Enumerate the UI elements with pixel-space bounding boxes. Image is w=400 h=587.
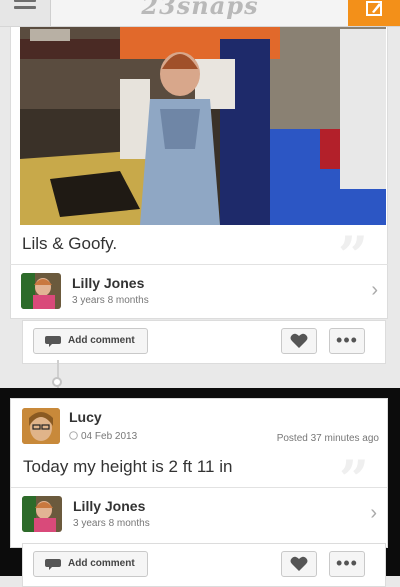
child-age: 3 years 8 months bbox=[72, 295, 149, 306]
child-avatar-2 bbox=[22, 496, 62, 532]
add-comment-button[interactable]: Add comment bbox=[33, 328, 148, 354]
post-header: Lucy 04 Feb 2013 Posted 37 minutes ago bbox=[11, 399, 389, 453]
add-comment-label: Add comment bbox=[68, 335, 135, 346]
comment-icon bbox=[45, 336, 61, 347]
menu-icon bbox=[14, 0, 36, 2]
like-button-2[interactable] bbox=[281, 551, 317, 577]
more-button-2[interactable]: ••• bbox=[329, 551, 365, 577]
compose-button[interactable] bbox=[348, 0, 400, 26]
more-icon: ••• bbox=[336, 330, 358, 350]
add-comment-button-2[interactable]: Add comment bbox=[33, 551, 148, 577]
heart-icon bbox=[290, 333, 308, 348]
menu-button[interactable] bbox=[0, 0, 51, 26]
post-photo[interactable] bbox=[20, 0, 386, 225]
add-comment-label-2: Add comment bbox=[68, 558, 135, 569]
child-avatar bbox=[21, 273, 61, 309]
child-row-2[interactable]: Lilly Jones 3 years 8 months › bbox=[11, 487, 387, 540]
author-name: Lucy bbox=[69, 409, 102, 425]
post-actions-2: Add comment ••• bbox=[22, 543, 386, 587]
posted-time: Posted 37 minutes ago bbox=[276, 433, 379, 444]
compose-icon bbox=[366, 1, 382, 16]
comment-icon-2 bbox=[45, 559, 61, 570]
child-row[interactable]: Lilly Jones 3 years 8 months › bbox=[10, 264, 388, 317]
top-bar: 23snaps bbox=[0, 0, 400, 27]
child-age-2: 3 years 8 months bbox=[73, 518, 150, 529]
post-caption-2: Today my height is 2 ft 11 in bbox=[23, 457, 233, 476]
post-date-text: 04 Feb 2013 bbox=[81, 431, 138, 442]
post-caption: Lils & Goofy. bbox=[22, 234, 118, 253]
child-name-2: Lilly Jones bbox=[73, 498, 146, 514]
menu-icon-line bbox=[14, 6, 36, 9]
timeline-dot bbox=[52, 377, 62, 387]
app-logo: 23snaps bbox=[141, 0, 259, 20]
post-actions-1: Add comment ••• bbox=[22, 320, 386, 364]
post-card-2: Lucy 04 Feb 2013 Posted 37 minutes ago T… bbox=[10, 398, 388, 548]
child-name: Lilly Jones bbox=[72, 275, 145, 291]
more-icon-2: ••• bbox=[336, 553, 358, 573]
selected-post-frame: Lucy 04 Feb 2013 Posted 37 minutes ago T… bbox=[0, 388, 400, 587]
chevron-right-icon-2: › bbox=[370, 502, 377, 524]
post-date: 04 Feb 2013 bbox=[69, 431, 137, 442]
post-card-1: Lils & Goofy. ” Lilly Jones 3 years 8 mo… bbox=[10, 0, 388, 319]
like-button[interactable] bbox=[281, 328, 317, 354]
chevron-right-icon: › bbox=[371, 279, 378, 301]
author-avatar[interactable] bbox=[22, 408, 60, 444]
heart-icon-2 bbox=[290, 556, 308, 571]
clock-icon bbox=[69, 431, 78, 440]
photo-lils-and-goofy bbox=[20, 0, 386, 225]
more-button[interactable]: ••• bbox=[329, 328, 365, 354]
